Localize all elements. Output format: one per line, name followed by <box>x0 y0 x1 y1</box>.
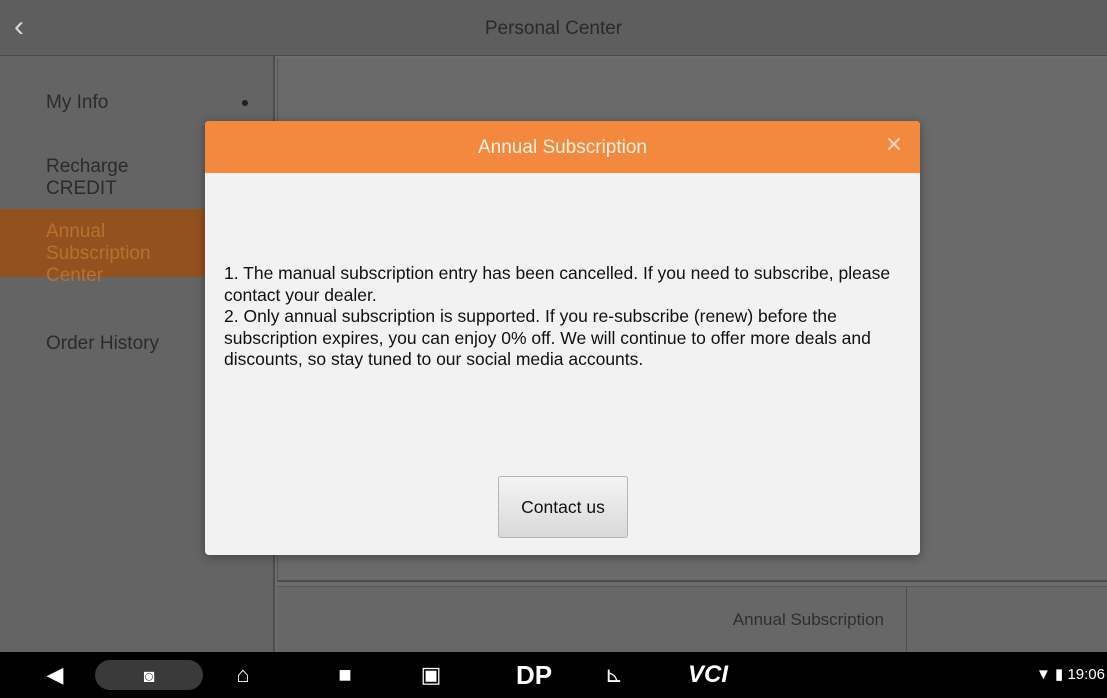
sidebar-item-label: My Info <box>46 92 109 113</box>
vci-app-icon[interactable]: VCI <box>688 652 728 698</box>
nav-back-icon[interactable]: ◀ <box>40 652 70 698</box>
dialog-message: 1. The manual subscription entry has bee… <box>224 263 904 371</box>
annual-subscription-dialog: Annual Subscription ✕ 1. The manual subs… <box>205 121 920 555</box>
table-row: Annual Subscription <box>277 586 1107 653</box>
recent-apps-icon[interactable]: ■ <box>330 652 360 698</box>
system-navigation-bar: ◀ ◙ ⌂ ■ ▣ DP ⊾ VCI ▼ ▮ 19:06 <box>0 652 1107 698</box>
screenshot-button[interactable]: ◙ <box>95 652 203 698</box>
contact-us-button[interactable]: Contact us <box>498 476 628 538</box>
wifi-cast-icon[interactable]: ⊾ <box>597 652 631 698</box>
app-shortcut-icon[interactable]: ▣ <box>415 652 447 698</box>
dialog-paragraph-2: 2. Only annual subscription is supported… <box>224 306 871 369</box>
home-icon[interactable]: ⌂ <box>228 652 258 698</box>
plan-name-cell: Annual Subscription <box>277 587 907 653</box>
status-area: ▼ ▮ 19:06 <box>1036 652 1105 698</box>
sidebar-item-label: Annual Subscription Center <box>46 221 151 286</box>
sidebar-item-my-info[interactable]: My Info <box>0 92 275 114</box>
dialog-title: Annual Subscription <box>478 137 647 158</box>
app-window: ‹ Personal Center My Info Recharge CREDI… <box>0 0 1107 653</box>
dp-app-icon[interactable]: DP <box>512 652 556 698</box>
sidebar-item-label: Order History <box>46 333 159 354</box>
dialog-header: Annual Subscription ✕ <box>205 121 920 173</box>
top-bar: ‹ Personal Center <box>0 0 1107 56</box>
plan-extra-cell <box>907 587 1107 653</box>
notification-dot-icon <box>242 100 248 106</box>
page-title: Personal Center <box>484 18 623 39</box>
sidebar-item-label: Recharge CREDIT <box>46 156 129 199</box>
dialog-paragraph-1: 1. The manual subscription entry has bee… <box>224 263 891 305</box>
signal-battery-icon: ▼ ▮ <box>1036 666 1064 683</box>
close-icon[interactable]: ✕ <box>882 133 906 157</box>
clock-time: 19:06 <box>1067 666 1105 683</box>
camera-icon: ◙ <box>143 666 155 686</box>
